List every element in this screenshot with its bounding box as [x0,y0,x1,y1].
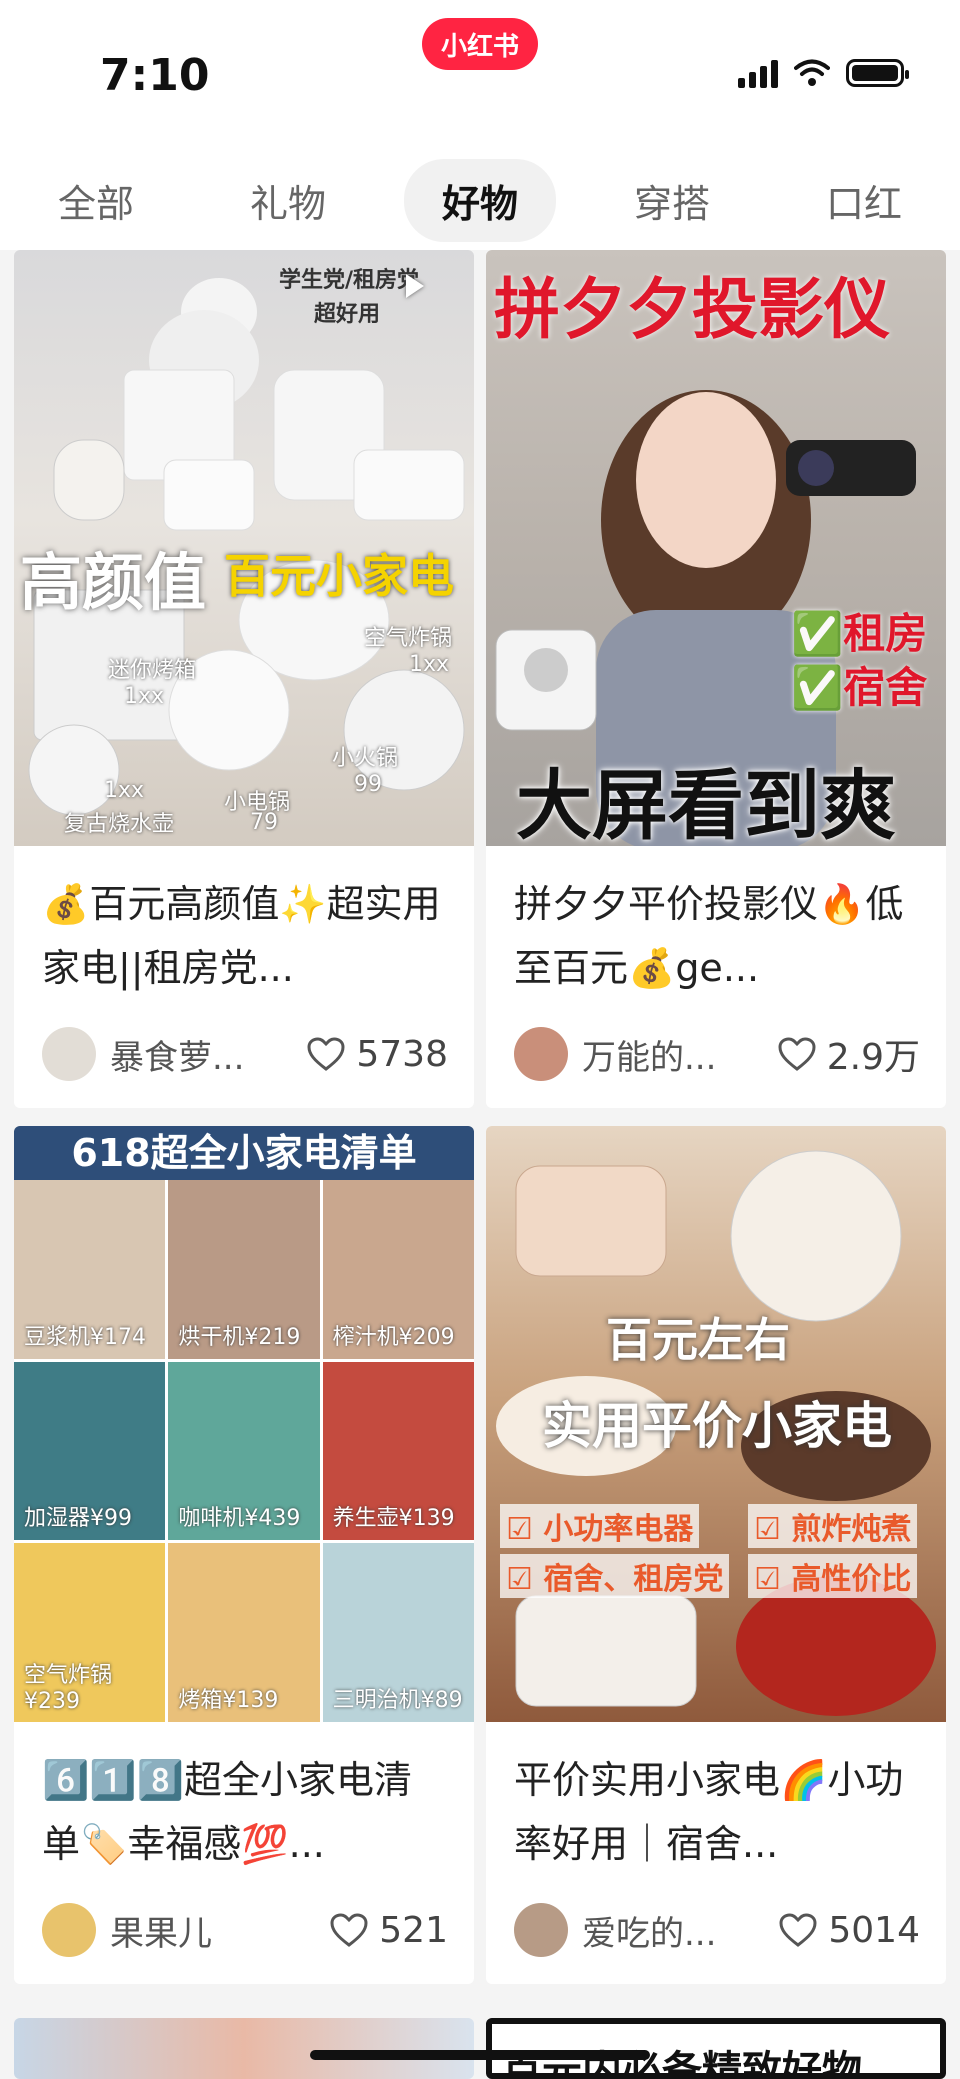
cover-label: 迷你烤箱 [108,658,197,683]
cover-top-text: 拼夕夕投影仪 [494,271,890,348]
cover-label: 79 [250,810,278,835]
video-play-icon [406,274,424,298]
like-count: 5738 [356,1033,448,1075]
like-button[interactable]: 2.9万 [777,1028,920,1080]
status-time: 7:10 [100,50,210,101]
note-card[interactable]: 学生党/租房党 超好用 高颜值 百元小家电 迷你烤箱 1xx 空气炸锅 1xx … [14,250,474,1108]
cover-label: 空气炸锅¥239 [24,1663,113,1714]
cover-check: ☑ 煎炸炖煮 [748,1504,918,1548]
cellular-signal-icon [738,58,778,88]
like-count: 2.9万 [826,1037,920,1078]
wifi-icon [794,59,830,86]
tab-lipstick[interactable]: 口红 [788,159,940,242]
tab-good-stuff[interactable]: 好物 [403,158,556,242]
tab-gifts[interactable]: 礼物 [212,159,364,242]
battery-icon [846,59,909,87]
note-title: 6️⃣1️⃣8️⃣超全小家电清单🏷️幸福感💯... [42,1758,412,1866]
home-indicator [310,2050,650,2060]
avatar [42,1903,96,1957]
like-button[interactable]: 521 [329,1910,448,1951]
note-cover-image: 拼夕夕投影仪 ✅租房 ✅宿舍 大屏看到爽 [486,250,946,846]
cover-bottom-text: 大屏看到爽 [516,761,896,846]
cover-check-1: ✅租房 [791,609,928,658]
brand-logo: 小红书 [422,18,538,70]
like-count: 5014 [828,1909,920,1951]
cover-label: 三明治机¥89 [332,1688,463,1713]
cover-grid: 豆浆机¥174 烘干机¥219 榨汁机¥209 加湿器¥99 咖啡机¥439 养… [14,1180,474,1722]
cover-label: 99 [354,772,382,797]
author-name: 万能的... [582,1037,717,1078]
heart-icon [779,1913,817,1947]
like-button[interactable]: 5738 [306,1034,448,1075]
note-cover-image: 百元左右 实用平价小家电 ☑ 小功率电器 ☑ 煎炸炖煮 ☑ 宿舍、租房党 ☑ 高… [486,1126,946,1722]
note-footer: 万能的... 2.9万 [514,1026,920,1082]
status-bar: 7:10 小红书 [0,0,960,150]
status-icons [738,58,909,88]
cover-label: 烘干机¥219 [178,1324,301,1350]
cover-label: 榨汁机¥209 [332,1324,455,1350]
cover-label: 复古烧水壶 [64,812,175,837]
cover-top-text: 百元左右 [606,1313,790,1367]
note-title: 平价实用小家电🌈小功率好用｜宿舍... [514,1758,904,1866]
cover-check-1: 学生党/租房党 [279,268,420,293]
author[interactable]: 果果儿 [42,1903,212,1957]
cover-label: 加湿器¥99 [24,1506,132,1532]
note-card[interactable]: 拼夕夕投影仪 ✅租房 ✅宿舍 大屏看到爽 拼夕夕平价投影仪🔥低至百元💰ge...… [486,250,946,1108]
heart-icon [330,1913,368,1947]
heart-icon [307,1037,345,1071]
cover-check: ☑ 高性价比 [748,1554,918,1598]
author-name: 爱吃的... [582,1913,717,1954]
avatar [42,1027,96,1081]
like-count: 521 [379,1909,448,1951]
avatar [514,1903,568,1957]
cover-headline-yellow: 百元小家电 [224,549,454,603]
cover-label: 小火锅 [332,746,399,771]
tab-outfits[interactable]: 穿搭 [596,159,748,242]
note-card[interactable]: 百元左右 实用平价小家电 ☑ 小功率电器 ☑ 煎炸炖煮 ☑ 宿舍、租房党 ☑ 高… [486,1126,946,1984]
cover-mid-text: 实用平价小家电 [542,1397,892,1455]
note-cover-image: 学生党/租房党 超好用 高颜值 百元小家电 迷你烤箱 1xx 空气炸锅 1xx … [14,250,474,846]
note-title: 拼夕夕平价投影仪🔥低至百元💰ge... [514,882,904,990]
author-name: 暴食萝... [110,1037,245,1078]
note-card-partial[interactable] [14,2018,474,2079]
cover-label: 烤箱¥139 [178,1688,279,1713]
author[interactable]: 爱吃的... [514,1903,716,1957]
cover-label: 养生壶¥139 [332,1506,455,1532]
cover-label: 咖啡机¥439 [178,1506,301,1532]
cover-check-2: 超好用 [314,302,381,327]
note-footer: 果果儿 521 [42,1902,448,1958]
cover-check: ☑ 宿舍、租房党 [500,1554,730,1598]
note-feed: 学生党/租房党 超好用 高颜值 百元小家电 迷你烤箱 1xx 空气炸锅 1xx … [0,250,960,2079]
author-name: 果果儿 [110,1913,212,1954]
author[interactable]: 暴食萝... [42,1027,244,1081]
like-button[interactable]: 5014 [778,1910,920,1951]
note-card-partial[interactable]: 百元内必备精致好物 [486,2018,946,2079]
cover-label: 1xx [409,652,450,677]
note-card[interactable]: 618超全小家电清单 豆浆机¥174 烘干机¥219 榨汁机¥209 加湿器¥9… [14,1126,474,1984]
tab-all[interactable]: 全部 [20,159,172,242]
cover-headline: 高颜值 [20,546,207,619]
cover-label: 豆浆机¥174 [24,1324,146,1350]
avatar [514,1027,568,1081]
note-footer: 暴食萝... 5738 [42,1026,448,1082]
cover-label: 空气炸锅 [364,626,453,651]
cover-label: 1xx [124,684,165,709]
cover-check-2: ✅宿舍 [791,663,928,712]
cover-header: 618超全小家电清单 [14,1126,474,1180]
cover-label: 1xx [104,778,145,803]
note-footer: 爱吃的... 5014 [514,1902,920,1958]
cover-check: ☑ 小功率电器 [500,1504,700,1548]
note-title: 💰百元高颜值✨超实用家电||租房党... [42,882,441,990]
heart-icon [778,1037,816,1071]
author[interactable]: 万能的... [514,1027,716,1081]
category-tabs: 全部 礼物 好物 穿搭 口红 [0,150,960,250]
note-cover-image: 618超全小家电清单 豆浆机¥174 烘干机¥219 榨汁机¥209 加湿器¥9… [14,1126,474,1722]
